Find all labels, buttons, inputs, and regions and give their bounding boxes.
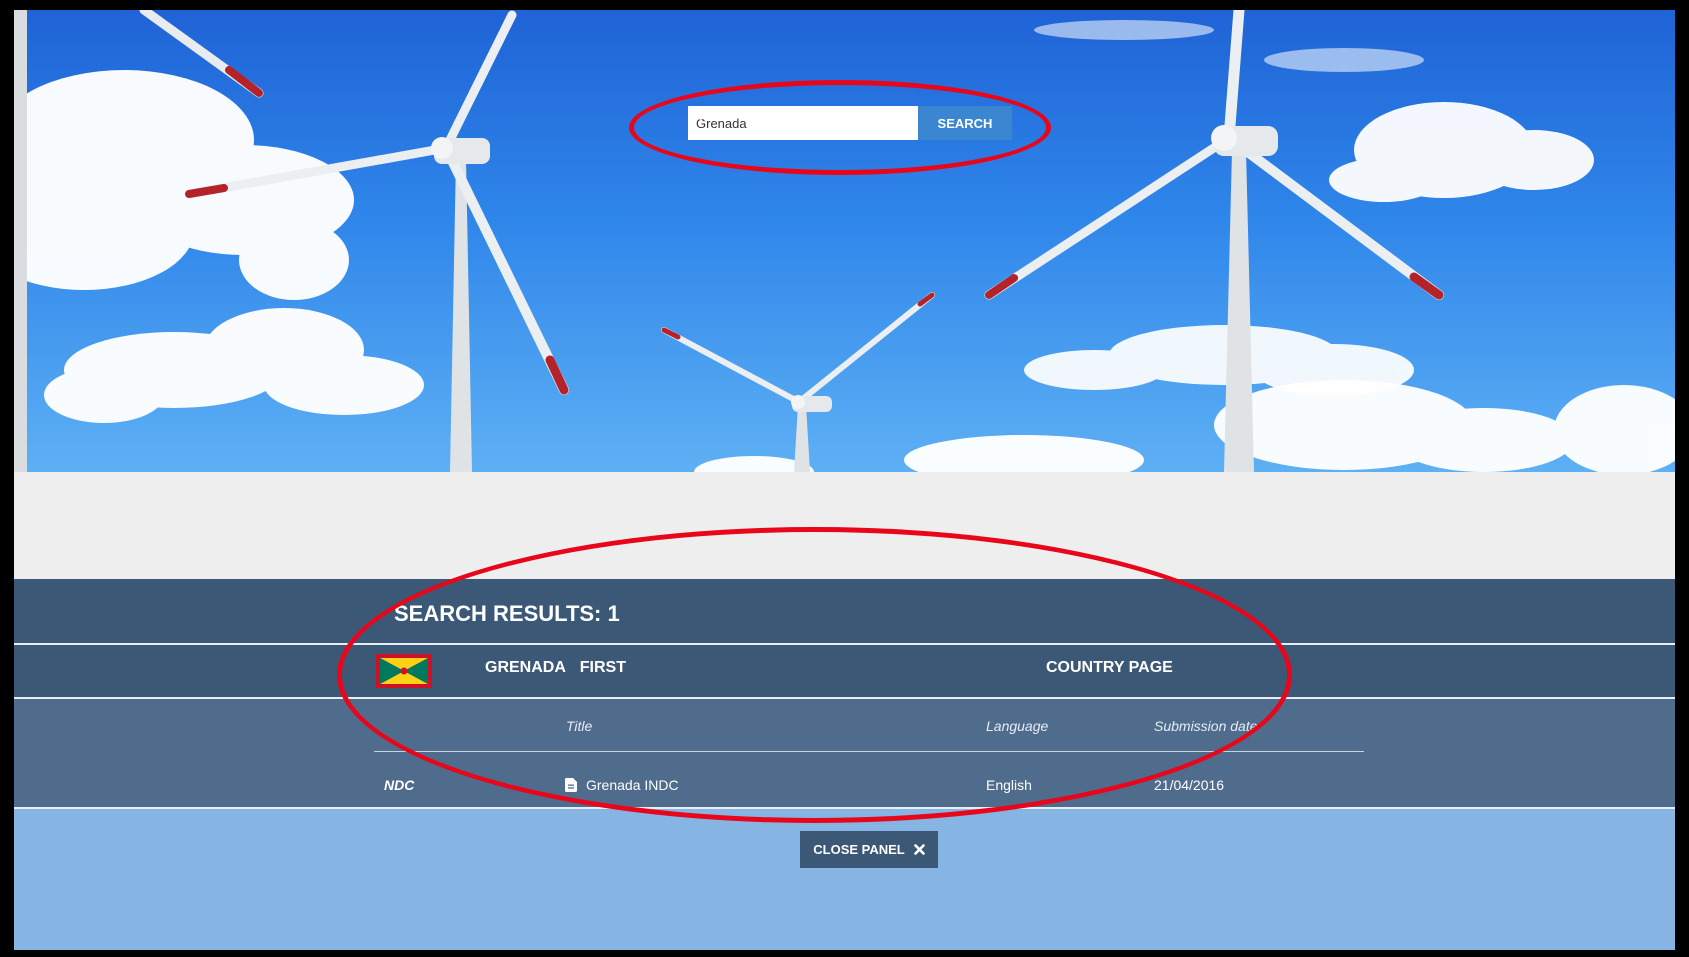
document-submission-date: 21/04/2016 (1154, 777, 1225, 793)
country-name-label: GRENADA FIRST (485, 659, 626, 677)
search-button-label: SEARCH (937, 115, 993, 131)
wind-turbine-illustration (14, 10, 1675, 472)
grenada-flag-icon (376, 654, 432, 688)
document-title: Grenada INDC (586, 777, 679, 793)
cloud-left-bottom (44, 308, 424, 423)
turbine-center (661, 292, 935, 472)
column-header-title: Title (566, 718, 593, 734)
results-title: SEARCH RESULTS: 1 (394, 601, 620, 626)
document-language: English (986, 777, 1032, 793)
close-panel-label: CLOSE PANEL (813, 842, 905, 857)
ndc-label: FIRST (579, 659, 626, 676)
hero-banner: SEARCH (14, 10, 1675, 472)
tower-edge (14, 10, 27, 472)
page-frame: SEARCH SEARCH RESULTS: 1 GRENADA (14, 10, 1675, 950)
search-button[interactable]: SEARCH (688, 106, 1012, 140)
country-page-link[interactable]: COUNTRY PAGE (1046, 659, 1173, 677)
spacer-band (14, 472, 1675, 579)
document-icon (565, 778, 577, 792)
close-panel-button[interactable]: CLOSE PANEL (800, 831, 938, 868)
search-input[interactable] (688, 106, 918, 140)
column-header-submission-date: Submission date (1154, 718, 1258, 734)
search-bar: SEARCH (688, 106, 1012, 140)
wispy-clouds (1034, 20, 1424, 72)
country-row: GRENADA FIRST COUNTRY PAGE (14, 643, 1675, 699)
column-header-language: Language (986, 718, 1049, 734)
cloud-right-top (1329, 102, 1594, 202)
results-header: SEARCH RESULTS: 1 (14, 579, 1675, 643)
table-bottom-border (14, 807, 1675, 809)
country-name: GRENADA (485, 659, 566, 676)
document-link[interactable]: Grenada INDC (565, 777, 679, 793)
table-divider (374, 751, 1364, 752)
search-icon (688, 106, 702, 120)
close-icon (913, 844, 925, 855)
cloud-right-bottom (694, 380, 1675, 472)
cloud-left-top (14, 70, 354, 300)
documents-table: Title Language Submission date NDC Grena… (14, 699, 1675, 807)
document-type: NDC (384, 777, 415, 793)
